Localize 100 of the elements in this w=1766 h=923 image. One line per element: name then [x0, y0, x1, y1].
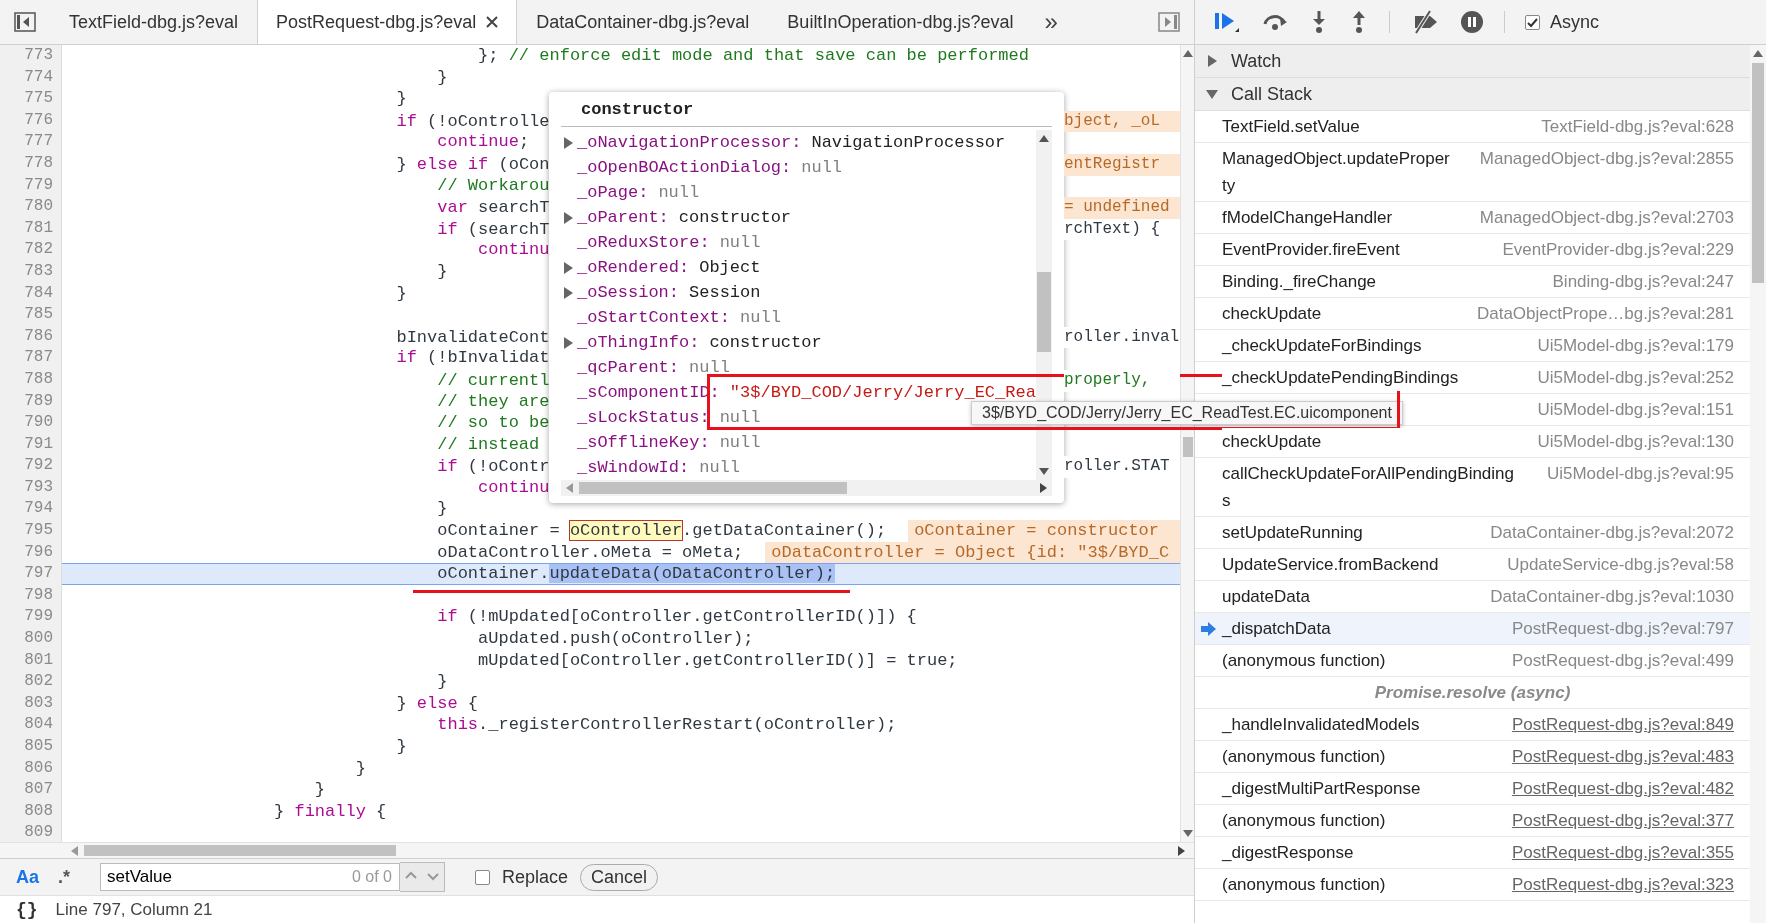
- scrollbar-thumb[interactable]: [1752, 63, 1764, 283]
- file-tab[interactable]: PostRequest-dbg.js?eval: [257, 0, 518, 44]
- source-link[interactable]: PostRequest-dbg.js?eval:482: [1511, 775, 1734, 802]
- pause-icon[interactable]: [1460, 10, 1484, 34]
- source-link[interactable]: PostRequest-dbg.js?eval:323: [1511, 871, 1734, 898]
- call-stack-frame[interactable]: _dispatchData PostRequest-dbg.js?eval:797: [1195, 613, 1750, 645]
- scrollbar-thumb[interactable]: [1037, 272, 1051, 352]
- sidebar-toggle-icon[interactable]: [1158, 12, 1180, 32]
- call-stack-frame[interactable]: _handleInvalidatedModels PostRequest-dbg.js?eval:849: [1195, 709, 1750, 741]
- source-location: ManagedObject-dbg.js?eval:2855: [1479, 148, 1734, 170]
- property-value: constructor: [709, 333, 822, 352]
- expand-triangle-icon[interactable]: [561, 335, 575, 350]
- expand-triangle-icon[interactable]: [561, 135, 575, 150]
- popover-horizontal-scrollbar[interactable]: [561, 480, 1052, 496]
- match-case-toggle[interactable]: Aa: [16, 866, 46, 888]
- source-link[interactable]: PostRequest-dbg.js?eval:849: [1511, 711, 1734, 738]
- source-location: DataObjectPrope…bg.js?eval:281: [1476, 303, 1734, 325]
- regex-toggle[interactable]: .*: [58, 866, 88, 888]
- scroll-left-icon: [70, 845, 78, 856]
- line-number: 787: [0, 347, 62, 369]
- code-line: // instead: [437, 433, 540, 456]
- expand-triangle-icon[interactable]: [561, 285, 575, 300]
- call-stack-frame[interactable]: (anonymous function) PostRequest-dbg.js?eval:377: [1195, 805, 1750, 837]
- call-stack-frame[interactable]: Binding._fireChange Binding-dbg.js?eval:247: [1195, 266, 1750, 298]
- call-stack-frame[interactable]: checkUpdate DataObjectPrope…bg.js?eval:281: [1195, 298, 1750, 330]
- code-line: aUpdated.push(oController);: [478, 628, 754, 650]
- overflow-chevrons[interactable]: »: [1044, 8, 1058, 36]
- property-value: Object: [699, 258, 761, 277]
- async-checkbox[interactable]: [1525, 14, 1540, 30]
- call-stack-frame[interactable]: (anonymous function) PostRequest-dbg.js?eval:323: [1195, 869, 1750, 901]
- file-tab[interactable]: BuiltInOperation-dbg.js?eval: [768, 0, 1033, 44]
- expand-triangle-icon[interactable]: [561, 260, 575, 275]
- line-number: 807: [0, 779, 62, 801]
- triangle-icon[interactable]: [1205, 54, 1219, 68]
- call-stack-frame[interactable]: _digestResponse PostRequest-dbg.js?eval:355: [1195, 837, 1750, 869]
- file-tab[interactable]: DataContainer-dbg.js?eval: [517, 0, 769, 44]
- resume-icon[interactable]: [1213, 10, 1241, 34]
- scrollbar-thumb[interactable]: [84, 845, 396, 856]
- call-stack-frame[interactable]: UpdateService.fromBackend UpdateService-dbg.js?eval:58: [1195, 549, 1750, 581]
- replace-checkbox[interactable]: [475, 869, 490, 885]
- source-link[interactable]: PostRequest-dbg.js?eval:377: [1511, 807, 1734, 834]
- call-stack-frame[interactable]: _checkUpdatePendingBindings Ui5Model-dbg.js?eval:252: [1195, 362, 1750, 394]
- replace-label: Replace: [502, 866, 569, 888]
- code-line: if (!mUpdated[oController.getControllerID()]) {: [437, 606, 917, 629]
- scrollbar-thumb[interactable]: [1182, 437, 1193, 457]
- line-number: 809: [0, 822, 62, 842]
- navigator-toggle-icon[interactable]: [14, 12, 36, 32]
- arrow-icon: [1200, 621, 1217, 636]
- source-location: UpdateService-dbg.js?eval:58: [1507, 554, 1734, 576]
- inline-value: = undefined: [1064, 197, 1180, 219]
- call-stack-frame[interactable]: callCheckUpdateForAllPendingBindings Ui5Model-dbg.js?eval:95: [1195, 458, 1750, 517]
- call-stack-section-header[interactable]: Call Stack: [1195, 78, 1750, 111]
- source-location: ManagedObject-dbg.js?eval:2703: [1479, 207, 1734, 229]
- section-title: Watch: [1231, 50, 1282, 72]
- call-stack-frame[interactable]: _checkUpdateForBindings Ui5Model-dbg.js?eval:179: [1195, 330, 1750, 362]
- call-stack-frame[interactable]: EventProvider.fireEvent EventProvider-dbg.js?eval:229: [1195, 234, 1750, 266]
- call-stack-frame[interactable]: setUpdateRunning DataContainer-dbg.js?eval:2072: [1195, 517, 1750, 549]
- code-line: oContainer = oController.getDataContainer();: [437, 520, 887, 542]
- property-value: Session: [689, 283, 761, 302]
- line-number: 806: [0, 757, 62, 780]
- scrollbar-thumb[interactable]: [579, 482, 847, 494]
- call-stack-frame[interactable]: updateData DataContainer-dbg.js?eval:1030: [1195, 581, 1750, 613]
- call-stack-frame[interactable]: ManagedObject.updateProperty ManagedObject-dbg.js?eval:2855: [1195, 143, 1750, 202]
- scroll-right-icon: [1178, 845, 1186, 856]
- source-location: Binding-dbg.js?eval:247: [1552, 271, 1734, 293]
- file-tab[interactable]: TextField-dbg.js?eval: [50, 0, 258, 44]
- property-value: "3$/BYD_COD/Jerry/Jerry_EC_Rea: [729, 383, 1036, 402]
- call-stack-frame[interactable]: _digestMultiPartResponse PostRequest-dbg.js?eval:482: [1195, 773, 1750, 805]
- property-value: null: [801, 158, 843, 177]
- line-number: 801: [0, 649, 62, 672]
- pretty-print-button[interactable]: {}: [16, 899, 38, 920]
- property-name: _oThingInfo:: [577, 333, 700, 352]
- scroll-up-icon: [1039, 134, 1049, 142]
- code-line: } else if (oCon: [396, 153, 550, 176]
- code-line: if (!oContr: [437, 456, 550, 478]
- expand-triangle-icon[interactable]: [561, 210, 575, 225]
- code-line: if (!bInvalidat: [396, 347, 550, 369]
- property-name: _oPage:: [577, 183, 649, 202]
- close-icon[interactable]: [486, 16, 499, 28]
- watch-section-header[interactable]: Watch: [1195, 45, 1750, 78]
- triangle-icon[interactable]: [1205, 87, 1219, 101]
- code-line: this._registerControllerRestart(oController);: [437, 714, 897, 736]
- call-stack-frame[interactable]: (anonymous function) PostRequest-dbg.js?eval:483: [1195, 741, 1750, 773]
- call-stack-frame[interactable]: TextField.setValue TextField-dbg.js?eval:628: [1195, 111, 1750, 143]
- source-location: Ui5Model-dbg.js?eval:252: [1537, 367, 1734, 389]
- line-number: 792: [0, 455, 62, 477]
- property-name: _oNavigationProcessor:: [577, 133, 802, 152]
- code-line: var searchT: [437, 197, 550, 219]
- source-link[interactable]: PostRequest-dbg.js?eval:483: [1511, 743, 1734, 770]
- call-stack-frame[interactable]: (anonymous function) PostRequest-dbg.js?eval:499: [1195, 645, 1750, 677]
- call-stack-frame[interactable]: checkUpdate Ui5Model-dbg.js?eval:130: [1195, 426, 1750, 458]
- value-tooltip: 3$/BYD_COD/Jerry/Jerry_EC_ReadTest.EC.uicomponent: [971, 401, 1403, 425]
- call-stack-frame[interactable]: fModelChangeHandler ManagedObject-dbg.js?eval:2703: [1195, 202, 1750, 234]
- line-number: 779: [0, 174, 62, 197]
- line-number: 800: [0, 628, 62, 650]
- code-line: }; // enforce edit mode and that save can be performed: [478, 45, 1029, 67]
- source-link[interactable]: PostRequest-dbg.js?eval:355: [1511, 839, 1734, 866]
- code-line: oDataController.oMeta = oMeta;: [437, 541, 744, 564]
- line-number: 802: [0, 671, 62, 693]
- cancel-button[interactable]: Cancel: [580, 863, 659, 891]
